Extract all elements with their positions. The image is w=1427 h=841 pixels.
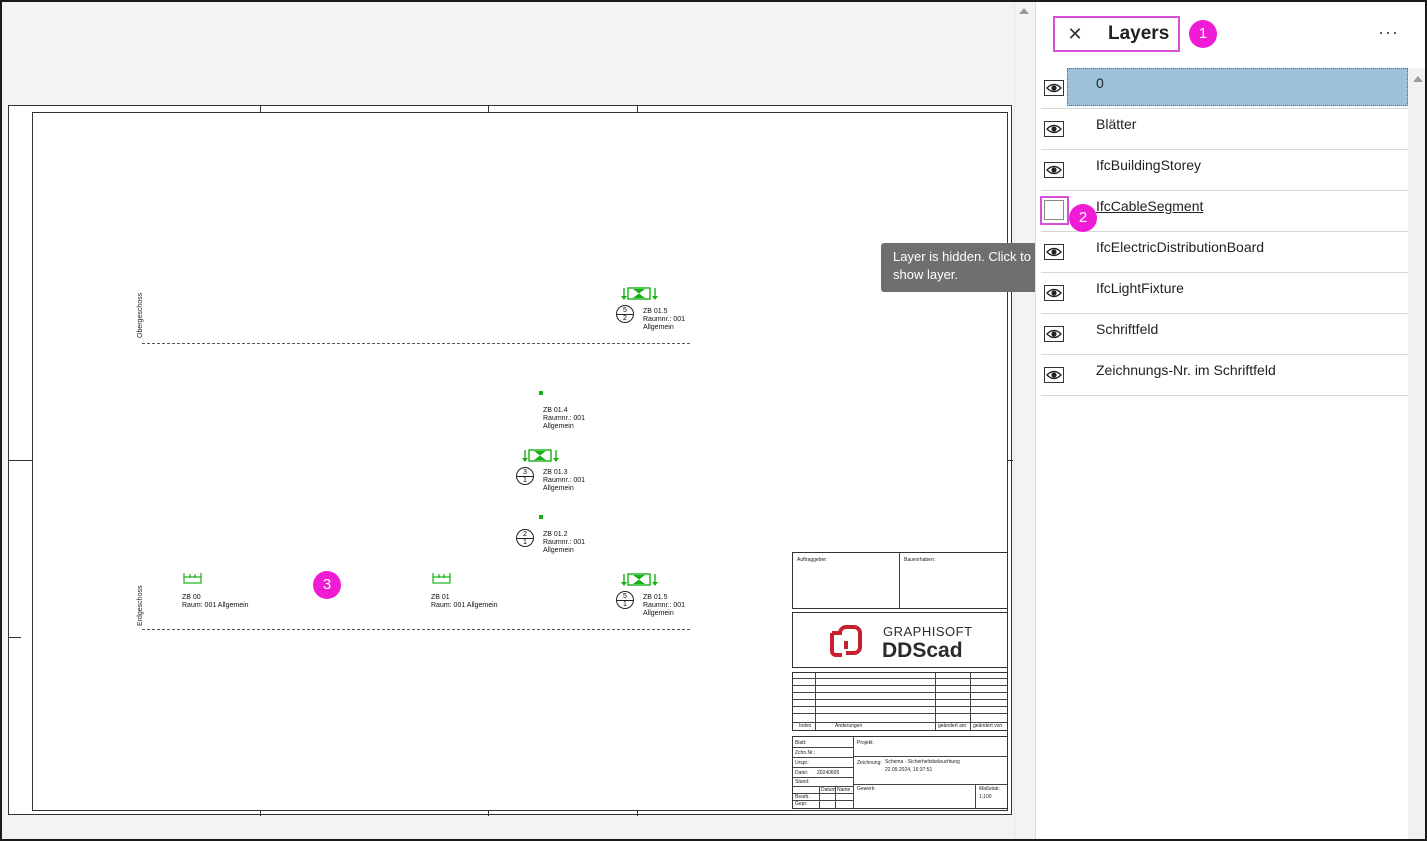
circuit-marker: 51 [616, 591, 634, 609]
layer-row[interactable]: 0 [1041, 68, 1408, 109]
emergency-light-icon [621, 287, 658, 300]
layer-name: Zeichnungs-Nr. im Schriftfeld [1096, 362, 1276, 378]
titleblock-revisions: Index Änderungen geändert am geändert vo… [792, 672, 1008, 731]
layers-panel-header: ✕ Layers 1 ··· [1036, 2, 1425, 68]
titleblock-logo: GRAPHISOFT DDScad [792, 612, 1008, 668]
panel-title: Layers [1108, 23, 1170, 44]
layer-row[interactable]: IfcBuildingStorey [1041, 150, 1408, 191]
layers-scrollbar[interactable] [1408, 68, 1425, 839]
drawing-viewport[interactable]: Obergeschoss Erdgeschoss 52 ZB 01.5 Raum… [2, 2, 1014, 839]
annotation-badge-3: 3 [313, 571, 341, 599]
circuit-marker: 31 [516, 467, 534, 485]
titleblock-client: Auftraggeber: Bauvorhaben: [792, 552, 1008, 609]
symbol-label: ZB 00 Raum: 001 Allgemein [182, 594, 249, 609]
storey-label-ground: Erdgeschoss [137, 585, 144, 626]
layer-row[interactable]: Zeichnungs-Nr. im Schriftfeld [1041, 355, 1408, 396]
layer-row[interactable]: IfcLightFixture [1041, 273, 1408, 314]
symbol-label: ZB 01.5 Raumnr.: 001 Allgemein [643, 594, 686, 617]
layer-name: 0 [1096, 75, 1104, 91]
distribution-board-icon [183, 573, 202, 584]
selection-highlight [1067, 68, 1408, 106]
circuit-marker: 52 [616, 305, 634, 323]
layer-row[interactable]: Schriftfeld [1041, 314, 1408, 355]
distribution-board-icon [432, 573, 451, 584]
layer-row[interactable]: IfcElectricDistributionBoard [1041, 232, 1408, 273]
symbol-label: ZB 01.4 Raumnr.: 001 Allgemein [543, 407, 586, 430]
close-icon[interactable]: ✕ [1065, 23, 1085, 45]
light-point-icon [539, 391, 543, 395]
layer-row[interactable]: Blätter [1041, 109, 1408, 150]
layers-panel: ✕ Layers 1 ··· 0 Blätter IfcBuildingStor… [1035, 2, 1425, 839]
circuit-marker: 21 [516, 529, 534, 547]
symbol-label: ZB 01.3 Raumnr.: 001 Allgemein [543, 469, 586, 492]
layer-name: IfcCableSegment [1096, 198, 1204, 214]
eye-icon[interactable] [1044, 367, 1064, 383]
emergency-light-icon [621, 573, 658, 586]
eye-icon[interactable] [1044, 162, 1064, 178]
app-window: Obergeschoss Erdgeschoss 52 ZB 01.5 Raum… [0, 0, 1427, 841]
symbol-label: ZB 01.2 Raumnr.: 001 Allgemein [543, 531, 586, 554]
scroll-up-icon[interactable] [1019, 8, 1029, 14]
layer-name: IfcBuildingStorey [1096, 157, 1202, 173]
more-options-icon[interactable]: ··· [1378, 22, 1399, 43]
annotation-badge-1: 1 [1189, 20, 1217, 48]
storey-line-ground [142, 629, 690, 630]
eye-icon[interactable] [1044, 326, 1064, 342]
layer-name: Schriftfeld [1096, 321, 1159, 337]
logo-company: GRAPHISOFT [883, 624, 973, 639]
symbol-label: ZB 01.5 Raumnr.: 001 Allgemein [643, 308, 686, 331]
annotation-badge-2: 2 [1069, 204, 1097, 232]
storey-label-upper: Obergeschoss [137, 292, 144, 338]
eye-icon[interactable] [1044, 80, 1064, 96]
ddscad-logo-icon [830, 625, 862, 657]
eye-icon[interactable] [1044, 285, 1064, 301]
symbol-label: ZB 01 Raum: 001 Allgemein [431, 594, 498, 609]
layer-name: Blätter [1096, 116, 1137, 132]
logo-product: DDScad [882, 639, 963, 662]
hidden-layer-icon[interactable] [1044, 200, 1064, 220]
storey-line-upper [142, 343, 690, 344]
eye-icon[interactable] [1044, 244, 1064, 260]
titleblock-info: Blatt: Zchn.Nr.: Urspr.: Datei: 20240605… [792, 736, 1008, 809]
layer-name: IfcLightFixture [1096, 280, 1184, 296]
layer-row[interactable]: 2 IfcCableSegment [1040, 191, 1408, 232]
layer-name: IfcElectricDistributionBoard [1096, 239, 1265, 255]
drawing-sheet: Obergeschoss Erdgeschoss 52 ZB 01.5 Raum… [8, 105, 1013, 816]
horizontal-scrollbar[interactable] [2, 819, 1014, 839]
layer-hidden-tooltip: Layer is hidden. Click to show layer. [881, 243, 1047, 292]
scroll-up-icon[interactable] [1413, 76, 1423, 82]
light-point-icon [539, 515, 543, 519]
eye-icon[interactable] [1044, 121, 1064, 137]
drawing-vertical-scrollbar[interactable] [1014, 2, 1034, 839]
emergency-light-icon [522, 449, 559, 462]
